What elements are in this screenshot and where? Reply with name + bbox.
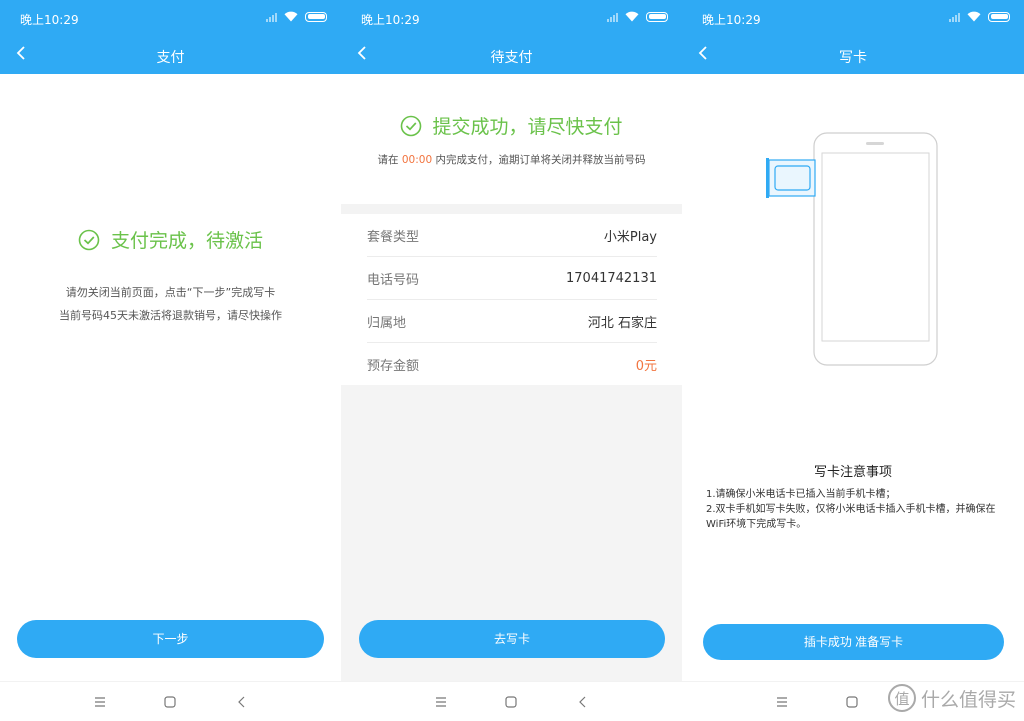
detail-value: 17041742131 [566,270,657,286]
write-card-screen: 晚上10:29 写卡 写卡注意事项 1.请确保小米电话卡已插入当前手机卡槽； 2… [682,0,1024,721]
tip-item: 2.双卡手机如写卡失败，仅将小米电话卡插入手机卡槽，并确保在WiFi环境下完成写… [706,504,996,530]
check-circle-icon [78,229,100,250]
menu-icon[interactable] [92,694,108,710]
battery-icon [646,11,668,22]
svg-text:值: 值 [894,690,909,708]
status-icons [607,11,668,22]
note-line-1: 请勿关闭当前页面，点击“下一步”完成写卡 [65,286,276,299]
detail-row-phone: 电话号码 17041742131 [367,257,657,300]
status-time: 晚上10:29 [361,13,420,27]
home-icon[interactable] [844,694,860,710]
nav-bar: 支付 [0,36,341,74]
payment-complete-screen: 晚上10:29 支付 支付完成，待激活 请勿关闭当前页面，点击“下一步”完成写卡… [0,0,341,721]
detail-label: 套餐类型 [367,229,420,245]
page-title: 写卡 [839,50,867,66]
payment-deadline-note: 请在 00:00 内完成支付，逾期订单将关闭并释放当前号码 [341,152,682,167]
watermark-text: 什么值得买 [920,688,1016,711]
system-nav-bar [0,681,341,721]
success-message: 支付完成，待激活 [0,226,341,253]
signal-icon [266,12,277,22]
countdown-time: 00:00 [401,154,433,166]
success-message: 提交成功，请尽快支付 [341,112,682,139]
menu-icon[interactable] [433,694,449,710]
card-inserted-button[interactable]: 插卡成功 准备写卡 [703,624,1004,660]
menu-icon[interactable] [774,694,790,710]
nav-bar: 待支付 [341,36,682,74]
nav-bar: 写卡 [682,36,1024,74]
order-details: 套餐类型 小米Play 电话号码 17041742131 归属地 河北 石家庄 … [341,214,682,386]
status-icons [266,11,327,22]
next-step-button[interactable]: 下一步 [17,620,324,658]
tip-item: 1.请确保小米电话卡已插入当前手机卡槽； [706,489,896,500]
wifi-icon [625,11,639,22]
section-divider [341,204,682,214]
battery-icon [305,11,327,22]
status-bar: 晚上10:29 [682,0,1024,36]
status-time: 晚上10:29 [20,13,79,27]
status-bar: 晚上10:29 [0,0,341,36]
wifi-icon [284,11,298,22]
detail-label: 电话号码 [367,272,420,288]
status-bar: 晚上10:29 [341,0,682,36]
pending-payment-screen: 晚上10:29 待支付 提交成功，请尽快支付 请在 00:00 内完成支付，逾期… [341,0,682,721]
detail-label: 归属地 [367,315,407,331]
home-icon[interactable] [162,694,178,710]
status-icons [949,11,1010,22]
status-time: 晚上10:29 [702,13,761,27]
success-text: 提交成功，请尽快支付 [432,116,623,138]
signal-icon [607,12,618,22]
watermark-logo-icon: 值 [887,684,916,712]
success-text: 支付完成，待激活 [110,230,263,252]
note-prefix: 请在 [377,154,399,166]
note-line-2: 当前号码45天未激活将退款销号，请尽快操作 [59,309,282,322]
instruction-note: 请勿关闭当前页面，点击“下一步”完成写卡 当前号码45天未激活将退款销号，请尽快… [0,281,341,327]
note-suffix: 内完成支付，逾期订单将关闭并释放当前号码 [435,154,646,166]
tips-title: 写卡注意事项 [813,465,892,480]
check-circle-icon [401,115,422,136]
detail-value: 小米Play [603,229,657,245]
detail-row-deposit: 预存金额 0元 [367,343,657,386]
back-nav-icon[interactable] [234,694,250,710]
page-title: 支付 [156,50,185,66]
detail-row-location: 归属地 河北 石家庄 [367,300,657,343]
detail-value: 0元 [635,359,657,374]
detail-value: 河北 石家庄 [587,315,657,331]
home-icon[interactable] [503,694,519,710]
page-title: 待支付 [490,50,533,66]
system-nav-bar [341,681,682,721]
phone-sim-illustration [766,132,938,366]
detail-label: 预存金额 [367,359,420,374]
battery-icon [988,11,1010,22]
go-write-card-button[interactable]: 去写卡 [359,620,665,658]
watermark: 值 什么值得买 [887,683,1016,713]
tips-list: 1.请确保小米电话卡已插入当前手机卡槽； 2.双卡手机如写卡失败，仅将小米电话卡… [706,487,996,532]
signal-icon [949,12,960,22]
back-nav-icon[interactable] [575,694,591,710]
screenshot-collage: 晚上10:29 支付 支付完成，待激活 请勿关闭当前页面，点击“下一步”完成写卡… [0,0,1024,721]
detail-row-plan: 套餐类型 小米Play [367,214,657,257]
wifi-icon [967,11,981,22]
